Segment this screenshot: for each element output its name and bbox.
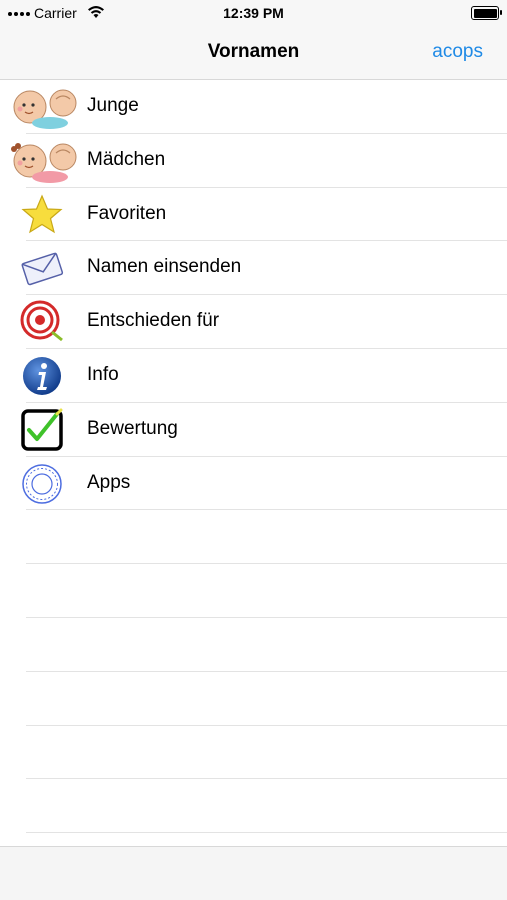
list-item-label: Junge <box>87 95 139 116</box>
empty-row <box>0 672 507 726</box>
list-item-label: Mädchen <box>87 148 166 170</box>
status-bar: Carrier 12:39 PM <box>0 0 507 26</box>
row-separator <box>26 832 507 834</box>
list-item-namen-einsenden[interactable]: Namen einsenden <box>0 241 507 296</box>
empty-row <box>0 564 507 618</box>
list-item-label: Bewertung <box>87 417 178 439</box>
info-icon <box>23 356 61 395</box>
list-item-favoriten[interactable]: Favoriten <box>0 188 507 242</box>
list-item-junge[interactable]: Junge <box>0 80 507 134</box>
empty-row <box>0 618 507 672</box>
baby-girl-icon <box>11 142 77 183</box>
list-item-info[interactable]: Info <box>0 349 507 403</box>
acops-button[interactable]: acops <box>432 41 483 63</box>
empty-row <box>0 726 507 780</box>
empty-row <box>0 510 507 565</box>
clock-time: 12:39 PM <box>223 5 284 21</box>
page-title: Vornamen <box>207 41 300 62</box>
baby-boy-icon <box>13 89 77 129</box>
bottom-toolbar <box>0 846 507 900</box>
empty-row <box>0 779 507 834</box>
target-icon <box>20 300 63 342</box>
star-icon <box>21 194 63 233</box>
list-item-label: Apps <box>87 471 131 493</box>
menu-list: Junge Mädchen Favoriten Namen einsenden … <box>0 80 507 834</box>
list-item-label: Namen einsenden <box>87 256 242 278</box>
navigation-bar: Vornamen acops <box>0 26 507 80</box>
list-item-label: Info <box>87 363 119 385</box>
list-item-entschieden-fuer[interactable]: Entschieden für <box>0 295 507 349</box>
envelope-icon <box>21 252 64 286</box>
acops-stamp-icon <box>22 463 62 504</box>
battery-icon <box>471 6 502 20</box>
list-item-label: Entschieden für <box>87 310 220 332</box>
list-item-label: Favoriten <box>87 202 167 224</box>
list-item-apps[interactable]: Apps <box>0 457 507 511</box>
list-item-bewertung[interactable]: Bewertung <box>0 403 507 457</box>
list-item-maedchen[interactable]: Mädchen <box>0 134 507 188</box>
checkbox-icon <box>21 408 63 451</box>
